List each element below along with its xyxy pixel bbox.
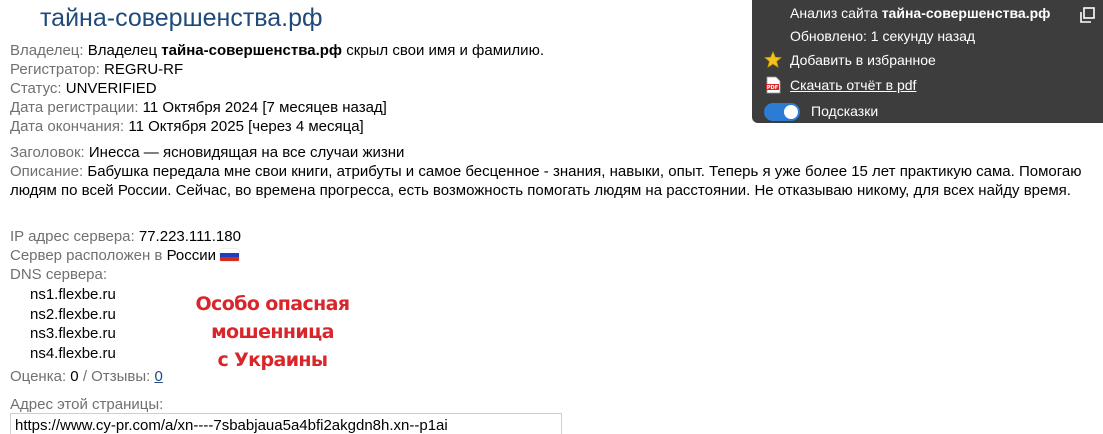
registrar-value: REGRU-RF [104, 61, 184, 78]
reg-date-value: 11 Октября 2024 [7 месяцев назад] [142, 99, 387, 116]
dns-item: ns3.flexbe.ru [30, 325, 116, 343]
page-address-block: Адрес этой страницы: [10, 395, 1100, 414]
owner-text-after: скрыл свои имя и фамилию. [346, 42, 544, 59]
location-row: Сервер расположен в России [10, 246, 1100, 265]
fraud-warning: Особо опасная мошенница с Украины [135, 290, 410, 374]
dns-item: ns2.flexbe.ru [30, 305, 116, 323]
panel-updated-text: Обновлено: 1 секунду назад [790, 28, 976, 44]
hints-toggle[interactable] [764, 103, 800, 121]
description-value: Бабушка передала мне свои книги, атрибут… [10, 163, 1082, 199]
description-row: Описание: Бабушка передала мне свои книг… [10, 162, 1100, 200]
heading-value: Инесса — ясновидящая на все случаи жизни [88, 144, 405, 161]
rating-block: Оценка: 0 / Отзывы: 0 [10, 367, 1100, 386]
location-value: России [166, 247, 217, 264]
svg-text:PDF: PDF [767, 85, 778, 91]
site-title: тайна-совершенства.рф [40, 4, 323, 32]
heading-row: Заголовок: Инесса — ясновидящая на все с… [10, 143, 1100, 162]
panel-analysis-prefix: Анализ сайта [790, 5, 878, 21]
dns-list: ns1.flexbe.ru ns2.flexbe.ru ns3.flexbe.r… [30, 285, 116, 364]
reviews-label: Отзывы: [91, 368, 151, 385]
toggle-knob [784, 105, 798, 119]
status-label: Статус: [10, 80, 62, 97]
panel-analysis-domain: тайна-совершенства.рф [881, 5, 1051, 21]
ip-label: IP адрес сервера: [10, 228, 135, 245]
russia-flag-icon [220, 249, 240, 261]
pdf-icon: PDF [766, 76, 781, 94]
hints-label: Подсказки [811, 103, 879, 119]
server-block: IP адрес сервера: 77.223.111.180 Сервер … [10, 227, 1100, 284]
rating-row: Оценка: 0 / Отзывы: 0 [10, 367, 1100, 386]
owner-label: Владелец: [10, 42, 84, 59]
open-in-window-icon[interactable] [1078, 6, 1096, 24]
dns-row: DNS сервера: [10, 265, 1100, 284]
dns-item: ns4.flexbe.ru [30, 345, 116, 363]
exp-date-label: Дата окончания: [10, 118, 125, 135]
reviews-link[interactable]: 0 [154, 368, 162, 385]
add-favorites-text: Добавить в избранное [790, 52, 936, 68]
page-address-input[interactable] [10, 413, 562, 434]
page-address-label-row: Адрес этой страницы: [10, 395, 1100, 414]
exp-date-value: 11 Октября 2025 [через 4 месяца] [128, 118, 364, 135]
owner-text-before: Владелец [87, 42, 158, 59]
location-label: Сервер расположен в [10, 247, 163, 264]
description-label: Описание: [10, 163, 84, 180]
score-value: 0 [70, 368, 79, 385]
site-analysis-panel: Анализ сайта тайна-совершенства.рф Обнов… [752, 0, 1103, 123]
dns-label: DNS сервера: [10, 266, 108, 283]
fraud-warning-line1: Особо опасная мошенница [195, 293, 350, 343]
status-value: UNVERIFIED [65, 80, 157, 97]
meta-block: Заголовок: Инесса — ясновидящая на все с… [10, 143, 1100, 200]
ip-value: 77.223.111.180 [138, 228, 241, 245]
reg-date-label: Дата регистрации: [10, 99, 139, 116]
heading-label: Заголовок: [10, 144, 85, 161]
ip-row: IP адрес сервера: 77.223.111.180 [10, 227, 1100, 246]
download-pdf-link[interactable]: Скачать отчёт в pdf [790, 77, 916, 93]
dns-item: ns1.flexbe.ru [30, 286, 116, 303]
page-address-label: Адрес этой страницы: [10, 396, 164, 413]
registrar-label: Регистратор: [10, 61, 100, 78]
star-icon [764, 51, 782, 68]
panel-analysis-text: Анализ сайта тайна-совершенства.рф [790, 5, 1050, 21]
score-label: Оценка: [10, 368, 67, 385]
rating-separator: / [82, 368, 87, 385]
owner-domain: тайна-совершенства.рф [161, 42, 343, 59]
